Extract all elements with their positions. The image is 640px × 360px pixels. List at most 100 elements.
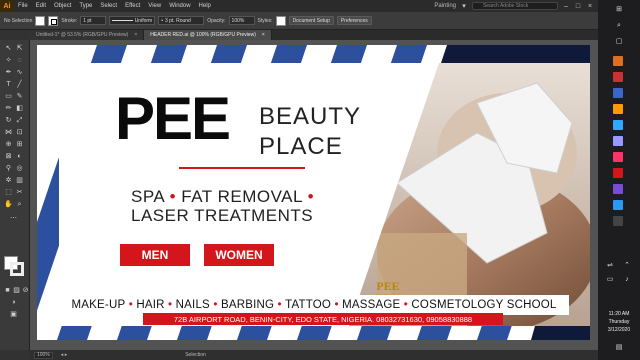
menu-window[interactable]: Window: [165, 3, 194, 9]
slice-tool-icon[interactable]: ✂: [15, 188, 24, 197]
preferences-button[interactable]: Preferences: [336, 16, 372, 25]
line-tool-icon[interactable]: ╱: [15, 80, 24, 89]
app-icon[interactable]: [613, 216, 623, 226]
app-icon[interactable]: [613, 72, 623, 82]
eraser-icon[interactable]: ◧: [15, 104, 24, 113]
free-transform-icon[interactable]: ⊡: [15, 128, 24, 137]
network-icon[interactable]: ⇌: [606, 262, 614, 270]
stroke-preview: [112, 20, 133, 21]
battery-icon[interactable]: ▭: [606, 276, 614, 284]
stroke-label: Stroke:: [61, 17, 78, 24]
system-clock[interactable]: 11:20 AM Thursday 3/12/2020: [598, 310, 640, 334]
menu-type[interactable]: Type: [75, 3, 96, 9]
service-fat-removal: FAT REMOVAL: [181, 187, 303, 206]
gradient-mode-icon[interactable]: ▨: [12, 286, 21, 295]
stroke-swatch[interactable]: [10, 262, 24, 276]
none-mode-icon[interactable]: ⊘: [21, 286, 30, 295]
tab-untitled[interactable]: Untitled-1* @ 53.5% (RGB/GPU Preview) ×: [30, 30, 145, 40]
app-icon[interactable]: [613, 88, 623, 98]
screen-mode-icon[interactable]: ▣: [9, 310, 18, 319]
hand-tool-icon[interactable]: ✋: [4, 200, 13, 209]
menu-select[interactable]: Select: [96, 3, 121, 9]
menu-view[interactable]: View: [144, 3, 165, 9]
mesh-tool-icon[interactable]: ⊠: [4, 152, 13, 161]
title-divider: [179, 167, 305, 169]
premiere-icon[interactable]: [613, 136, 623, 146]
service-item: BARBING: [220, 299, 275, 311]
app-icon[interactable]: [613, 200, 623, 210]
maximize-icon[interactable]: □: [574, 3, 582, 10]
artboard[interactable]: PEE BEAUTY PLACE SPA • FAT REMOVAL • LAS…: [37, 45, 590, 340]
start-icon[interactable]: ⊞: [615, 6, 623, 14]
tab-label: Untitled-1* @ 53.5% (RGB/GPU Preview): [36, 32, 129, 38]
tab-header-red[interactable]: HEADER RED.ai @ 100% (RGB/GPU Preview) ×: [144, 30, 272, 40]
bullet: •: [169, 187, 182, 206]
stroke-weight-field[interactable]: 1 pt: [80, 16, 107, 25]
type-tool-icon[interactable]: T: [4, 80, 13, 89]
selection-tool-icon[interactable]: ↖: [4, 44, 13, 53]
close-icon[interactable]: ×: [586, 3, 594, 10]
bullet: •: [307, 187, 315, 206]
after-effects-icon[interactable]: [613, 184, 623, 194]
blend-tool-icon[interactable]: ◎: [15, 164, 24, 173]
document-setup-button[interactable]: Document Setup: [288, 16, 334, 25]
fill-color-swatch[interactable]: [35, 15, 46, 26]
magic-wand-icon[interactable]: ✧: [4, 56, 13, 65]
symbol-sprayer-icon[interactable]: ✲: [4, 176, 13, 185]
rotate-icon[interactable]: ↻: [4, 116, 13, 125]
profile-label: Uniform: [134, 17, 153, 24]
eyedropper-icon[interactable]: ⚲: [4, 164, 13, 173]
address-bar: 72B AIRPORT ROAD, BENIN-CITY, EDO STATE,…: [143, 313, 503, 325]
artboard-tool-icon[interactable]: ⬚: [4, 188, 13, 197]
scale-icon[interactable]: ⤢: [15, 116, 24, 125]
direct-selection-tool-icon[interactable]: ⇱: [15, 44, 24, 53]
menu-object[interactable]: Object: [50, 3, 75, 9]
acrobat-icon[interactable]: [613, 168, 623, 178]
menu-effect[interactable]: Effect: [121, 3, 144, 9]
chevron-up-icon[interactable]: ⌃: [623, 262, 631, 270]
illustrator-icon[interactable]: [613, 104, 623, 114]
task-view-icon[interactable]: ▢: [615, 38, 623, 46]
workspace-switcher[interactable]: Painting: [434, 3, 456, 9]
perspective-grid-icon[interactable]: ⊞: [15, 140, 24, 149]
search-icon[interactable]: ⌕: [615, 22, 623, 30]
graphic-style-swatch[interactable]: [275, 15, 286, 26]
clock-date: 3/12/2020: [607, 327, 631, 333]
stroke-color-swatch[interactable]: [48, 15, 59, 26]
menu-help[interactable]: Help: [195, 3, 215, 9]
artboard-nav-icon[interactable]: ◂ ▸: [61, 352, 67, 358]
file-explorer-icon[interactable]: [613, 56, 623, 66]
brush-definition[interactable]: • 3 pt. Round: [158, 16, 205, 25]
close-icon[interactable]: ×: [134, 32, 137, 38]
graph-tool-icon[interactable]: ▥: [15, 176, 24, 185]
rectangle-tool-icon[interactable]: ▭: [4, 92, 13, 101]
clock-time: 11:20 AM: [608, 311, 630, 317]
minimize-icon[interactable]: –: [562, 3, 570, 10]
zoom-tool-icon[interactable]: ⌕: [15, 200, 24, 209]
zoom-field[interactable]: 100%: [34, 351, 53, 359]
canvas-area[interactable]: PEE BEAUTY PLACE SPA • FAT REMOVAL • LAS…: [30, 40, 598, 350]
gradient-tool-icon[interactable]: ◐: [15, 152, 24, 161]
opacity-field[interactable]: 100%: [228, 16, 255, 25]
chevron-down-icon[interactable]: ▾: [460, 2, 468, 10]
brand-title: PEE: [115, 85, 231, 152]
photoshop-icon[interactable]: [613, 120, 623, 130]
stock-search-input[interactable]: Search Adobe Stock: [472, 2, 558, 10]
shape-builder-icon[interactable]: ⊕: [4, 140, 13, 149]
color-mode-icon[interactable]: ■: [3, 286, 12, 295]
volume-icon[interactable]: ♪: [623, 276, 631, 284]
width-tool-icon[interactable]: ⋈: [4, 128, 13, 137]
paintbrush-icon[interactable]: ✎: [15, 92, 24, 101]
draw-mode-icon[interactable]: ◑: [9, 298, 18, 307]
menu-file[interactable]: File: [14, 3, 32, 9]
pencil-icon[interactable]: ✏: [4, 104, 13, 113]
indesign-icon[interactable]: [613, 152, 623, 162]
pen-tool-icon[interactable]: ✒: [4, 68, 13, 77]
menu-edit[interactable]: Edit: [32, 3, 50, 9]
lasso-icon[interactable]: ◌: [15, 56, 24, 65]
close-icon[interactable]: ×: [262, 32, 265, 38]
curvature-tool-icon[interactable]: ∿: [15, 68, 24, 77]
more-tools-icon[interactable]: ⋯: [9, 214, 18, 223]
variable-width-profile[interactable]: Uniform: [109, 16, 156, 25]
notifications-icon[interactable]: ▤: [615, 344, 623, 352]
